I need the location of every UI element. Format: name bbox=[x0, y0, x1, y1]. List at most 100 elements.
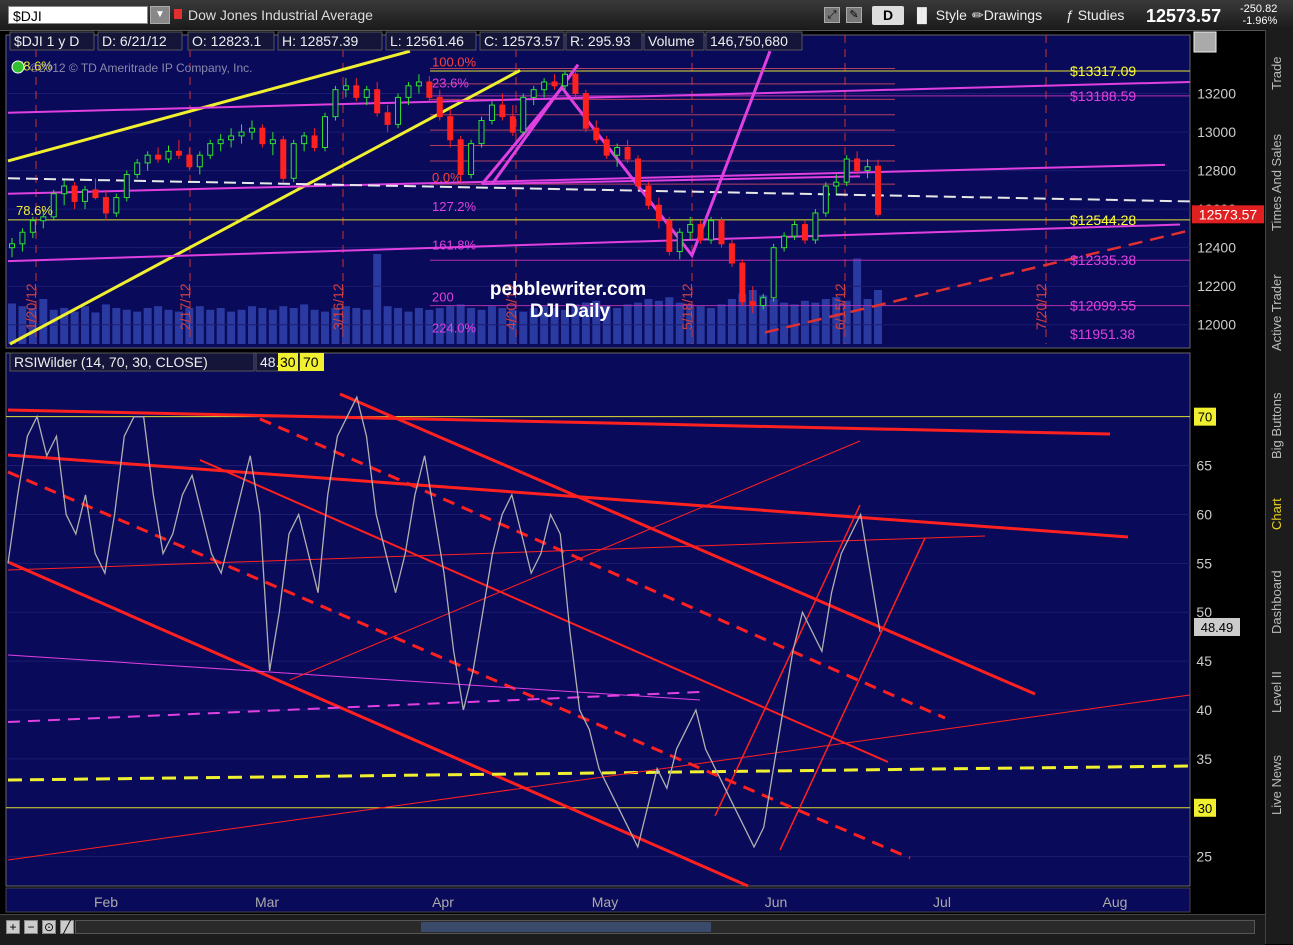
studies-button[interactable]: ƒ Studies bbox=[1066, 6, 1124, 25]
candle-body bbox=[739, 262, 746, 303]
chart-settings-icon bbox=[1193, 31, 1217, 53]
fib-label: 100.0% bbox=[432, 54, 477, 69]
candle-body bbox=[186, 154, 193, 168]
period-button[interactable]: D bbox=[872, 6, 904, 25]
candle-body bbox=[488, 104, 495, 122]
tab-active-trader[interactable]: Active Trader bbox=[1269, 255, 1291, 370]
volume-bar bbox=[519, 311, 528, 344]
candle-body bbox=[572, 73, 579, 95]
zoom-fit-icon[interactable]: ⊙ bbox=[42, 920, 56, 934]
candle-body bbox=[290, 143, 297, 179]
drawings-button[interactable]: ✏Drawings bbox=[972, 6, 1042, 25]
candle-body bbox=[165, 150, 172, 160]
last-price-tag-label: 12573.57 bbox=[1199, 206, 1258, 222]
candle-body bbox=[322, 116, 329, 148]
zoom-icon[interactable]: ⤢ bbox=[824, 7, 840, 23]
candle-body bbox=[760, 297, 767, 306]
rsi-tick-label: 45 bbox=[1196, 653, 1212, 669]
horizontal-scrollbar[interactable] bbox=[75, 920, 1255, 934]
volume-bar bbox=[394, 308, 403, 344]
info-open: O: 12823.1 bbox=[192, 33, 261, 49]
symbol-description: Dow Jones Industrial Average bbox=[188, 7, 373, 23]
tab-big-buttons[interactable]: Big Buttons bbox=[1269, 378, 1291, 473]
volume-bar bbox=[112, 308, 121, 344]
wrench-icon[interactable]: ✎ bbox=[846, 7, 862, 23]
rsi-tick-label: 65 bbox=[1196, 458, 1212, 474]
candle-body bbox=[624, 146, 631, 160]
time-axis-label: Apr bbox=[432, 894, 454, 910]
candle-body bbox=[384, 112, 391, 125]
scroll-thumb[interactable] bbox=[421, 922, 711, 932]
candle-body bbox=[363, 89, 370, 98]
time-axis-label: Jul bbox=[933, 894, 951, 910]
volume-bar bbox=[352, 308, 361, 344]
symbol-input[interactable]: $DJI bbox=[8, 6, 148, 24]
zoom-in-icon[interactable]: + bbox=[6, 920, 20, 934]
volume-bar bbox=[70, 311, 79, 344]
volume-bar bbox=[39, 299, 48, 344]
price-tick-label: 13000 bbox=[1197, 124, 1236, 140]
candle-body bbox=[478, 120, 485, 145]
draw-line-icon[interactable]: ╱ bbox=[60, 920, 74, 934]
candle-body bbox=[561, 73, 568, 87]
info-high: H: 12857.39 bbox=[282, 33, 358, 49]
level-label: $13188.59 bbox=[1070, 88, 1136, 104]
rsi-tick-label: 35 bbox=[1196, 751, 1212, 767]
volume-bar bbox=[310, 309, 319, 344]
candle-body bbox=[61, 185, 68, 195]
level-label: $12544.28 bbox=[1070, 212, 1136, 228]
candle-body bbox=[71, 185, 78, 202]
fib-label: 127.2% bbox=[432, 199, 477, 214]
candle-body bbox=[134, 162, 141, 175]
candle-body bbox=[582, 93, 589, 129]
date-marker-label: 6/15/12 bbox=[832, 283, 848, 330]
tab-times-and-sales[interactable]: Times And Sales bbox=[1269, 120, 1291, 245]
candle-body bbox=[593, 127, 600, 141]
candle-body bbox=[509, 116, 516, 133]
candle-body bbox=[311, 135, 318, 148]
tab-trade[interactable]: Trade bbox=[1269, 38, 1291, 108]
bar-chart-icon: ▐▌ bbox=[912, 7, 932, 23]
candle-body bbox=[655, 204, 662, 222]
change-percent: -1.96% bbox=[1242, 15, 1278, 27]
candle-body bbox=[248, 127, 255, 133]
info-volume: 146,750,680 bbox=[710, 33, 788, 49]
candle-body bbox=[728, 243, 735, 264]
candle-body bbox=[541, 81, 548, 91]
candle-body bbox=[708, 220, 715, 241]
volume-bar bbox=[133, 311, 142, 344]
candle-body bbox=[770, 247, 777, 299]
time-axis-label: Mar bbox=[255, 894, 279, 910]
date-marker-label: 2/17/12 bbox=[177, 283, 193, 330]
volume-bar bbox=[289, 308, 298, 344]
tab-live-news[interactable]: Live News bbox=[1269, 738, 1291, 833]
rsi-tick-label: 55 bbox=[1196, 555, 1212, 571]
tab-dashboard[interactable]: Dashboard bbox=[1269, 558, 1291, 646]
zoom-out-icon[interactable]: − bbox=[24, 920, 38, 934]
volume-bar bbox=[258, 308, 267, 344]
candle-body bbox=[92, 189, 99, 199]
candle-body bbox=[9, 243, 15, 249]
volume-bar bbox=[122, 309, 131, 344]
volume-bar bbox=[91, 312, 100, 344]
candle-body bbox=[123, 173, 130, 199]
time-axis-label: Feb bbox=[94, 894, 118, 910]
date-marker-label: 7/20/12 bbox=[1033, 283, 1049, 330]
tab-level-ii[interactable]: Level II bbox=[1269, 654, 1291, 730]
studies-label: Studies bbox=[1077, 7, 1125, 23]
candle-body bbox=[259, 127, 266, 145]
rsi-tick-label: 25 bbox=[1196, 849, 1212, 865]
info-range: R: 295.93 bbox=[570, 33, 631, 49]
tab-chart[interactable]: Chart bbox=[1269, 482, 1291, 547]
candle-body bbox=[353, 85, 360, 98]
volume-bar bbox=[665, 297, 674, 344]
style-button[interactable]: ▐▌ Style bbox=[912, 6, 967, 25]
fib-label: 78.6% bbox=[16, 203, 53, 218]
chevron-down-icon[interactable]: ▼ bbox=[150, 6, 170, 24]
time-axis-label: Aug bbox=[1103, 894, 1128, 910]
candle-body bbox=[520, 96, 527, 133]
level-label: $11951.38 bbox=[1070, 326, 1135, 342]
rsi-70-title: 70 bbox=[303, 354, 319, 370]
chart-area[interactable]: 120001220012400126001280013000132001/20/… bbox=[0, 30, 1265, 914]
candle-body bbox=[196, 154, 203, 168]
